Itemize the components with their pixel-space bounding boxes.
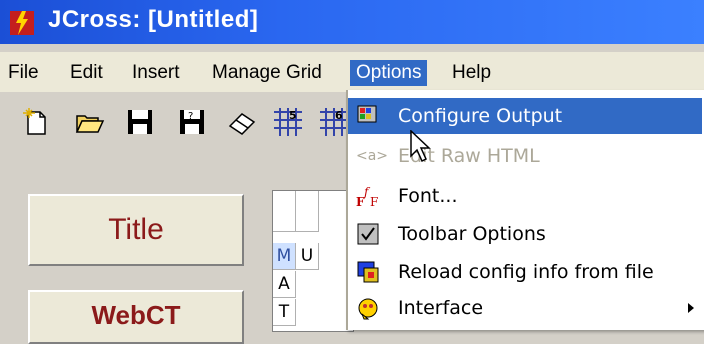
grid-cell[interactable] xyxy=(296,191,319,232)
grid-cell[interactable]: M xyxy=(273,243,296,270)
menu-item-edit-raw-html[interactable]: <a> Edit Raw HTML xyxy=(348,138,702,174)
mouse-cursor-icon xyxy=(410,130,431,163)
menu-help[interactable]: Help xyxy=(446,60,497,86)
grid-cell[interactable]: U xyxy=(296,243,319,270)
menu-item-font[interactable]: F f F Font... xyxy=(348,178,702,214)
interface-icon xyxy=(358,298,378,320)
menu-item-interface[interactable]: Interface xyxy=(348,290,702,326)
menu-item-label: Reload config info from file xyxy=(398,261,654,283)
menu-item-configure-output[interactable]: Configure Output xyxy=(348,98,702,134)
save-as-icon[interactable]: ? xyxy=(176,106,208,138)
menu-bar: File Edit Insert Manage Grid Options Hel… xyxy=(0,52,704,92)
menu-edit[interactable]: Edit xyxy=(64,60,109,86)
menu-file[interactable]: File xyxy=(2,60,45,86)
window-title: JCross: [Untitled] xyxy=(48,6,259,33)
grid-cell[interactable] xyxy=(273,191,296,232)
eraser-icon[interactable] xyxy=(226,106,258,138)
reload-config-icon xyxy=(357,261,379,283)
save-icon[interactable] xyxy=(124,106,156,138)
menu-item-reload-config[interactable]: Reload config info from file xyxy=(348,254,702,290)
menu-item-toolbar-options[interactable]: Toolbar Options xyxy=(348,216,702,252)
title-button[interactable]: Title xyxy=(28,194,244,266)
menu-item-label: Interface xyxy=(398,297,484,319)
font-icon: F f F xyxy=(356,185,378,208)
raw-html-icon: <a> xyxy=(356,148,389,164)
menu-item-label: Font... xyxy=(398,185,458,207)
configure-output-icon xyxy=(357,105,377,123)
crossword-5-icon[interactable]: 5 xyxy=(272,106,304,138)
menu-item-label: Toolbar Options xyxy=(398,223,546,245)
menu-insert[interactable]: Insert xyxy=(126,60,186,86)
grid-cell[interactable]: T xyxy=(273,299,296,326)
svg-text:F: F xyxy=(370,195,378,208)
menu-options[interactable]: Options xyxy=(350,60,428,86)
options-dropdown: Configure Output <a> Edit Raw HTML F f F… xyxy=(346,90,704,330)
webct-button[interactable]: WebCT xyxy=(28,290,244,344)
svg-text:?: ? xyxy=(188,111,193,122)
crossword-grid: M U A T xyxy=(272,190,354,332)
menu-item-label: Configure Output xyxy=(398,105,563,127)
submenu-arrow-icon xyxy=(688,303,694,313)
menu-manage-grid[interactable]: Manage Grid xyxy=(206,60,328,86)
grid-cell[interactable]: A xyxy=(273,271,296,298)
toolbar-options-icon xyxy=(357,223,379,245)
svg-text:6: 6 xyxy=(335,109,343,122)
new-document-icon[interactable] xyxy=(20,106,52,138)
title-bar[interactable]: JCross: [Untitled] xyxy=(0,0,704,44)
open-folder-icon[interactable] xyxy=(74,106,106,138)
app-icon xyxy=(10,11,34,35)
svg-text:5: 5 xyxy=(289,109,297,122)
